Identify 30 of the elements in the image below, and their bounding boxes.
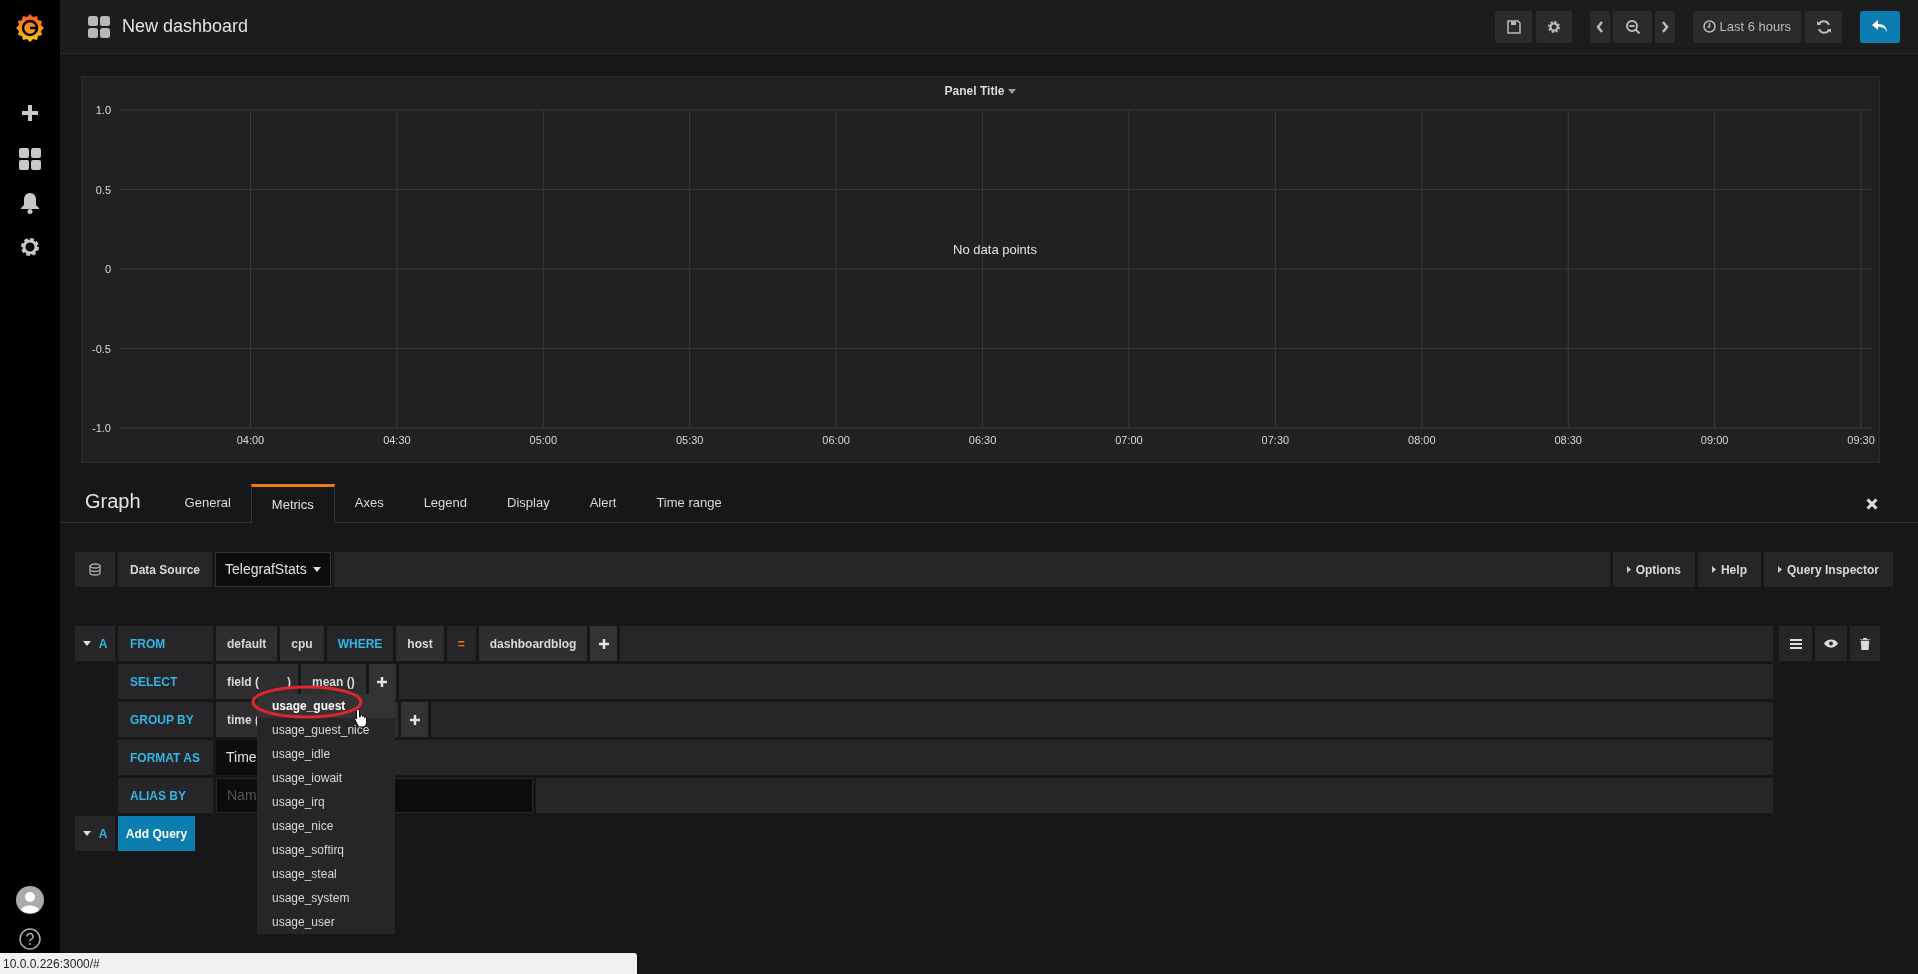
query-row-label: ALIAS BY: [118, 778, 213, 813]
query-ref-label: A: [98, 635, 108, 653]
data-source-label: Data Source: [118, 552, 213, 587]
editor-title: Graph: [85, 489, 141, 514]
x-tick-label: 04:00: [236, 434, 265, 446]
no-data-message: No data points: [953, 242, 1037, 257]
y-tick-label: 1.0: [95, 104, 111, 116]
y-tick-label: -1.0: [92, 422, 111, 434]
x-tick-label: 09:30: [1847, 434, 1875, 446]
query-row-label: SELECT: [118, 664, 213, 699]
status-bar-url: 10.0.0.226:3000/#: [0, 953, 637, 974]
x-tick-label: 04:30: [383, 434, 411, 446]
x-tick-label: 08:00: [1408, 434, 1436, 446]
y-tick-label: 0: [104, 263, 111, 275]
x-tick-label: 06:00: [822, 434, 850, 446]
query-ref-label: A: [98, 825, 108, 843]
x-tick-label: 07:30: [1261, 434, 1290, 446]
query-keyword: WHERE: [326, 626, 394, 661]
x-tick-label: 08:30: [1554, 434, 1582, 446]
x-tick-label: 06:30: [968, 434, 997, 446]
x-tick-label: 09:00: [1700, 434, 1729, 446]
y-tick-label: 0.5: [95, 183, 111, 196]
query-row-label: FORMAT AS: [118, 740, 213, 775]
query-row-label: GROUP BY: [118, 702, 213, 737]
x-tick-label: 05:00: [529, 434, 558, 446]
function-name: field (: [227, 673, 259, 691]
x-tick-label: 07:00: [1115, 434, 1143, 446]
y-tick-label: -0.5: [92, 342, 111, 355]
x-tick-label: 05:30: [675, 434, 704, 446]
query-row-label: FROM: [118, 626, 213, 661]
